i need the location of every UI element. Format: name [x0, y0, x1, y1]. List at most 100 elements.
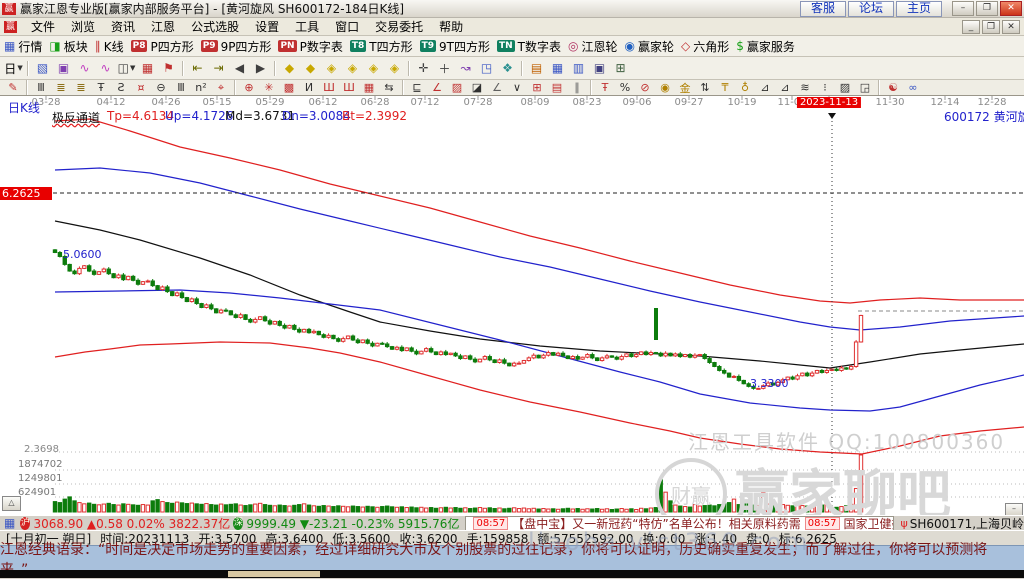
toolbar3-tool-3-icon[interactable]: ≣ — [51, 80, 71, 95]
menu-item-设置[interactable]: 设置 — [247, 17, 287, 36]
toolbar2-tool-30-icon[interactable]: ▥ — [568, 59, 589, 78]
news-ticker[interactable]: 08:57【盘中宝】又一新冠药“特仿”名单公布！相关原料药需08:57国家卫健委… — [465, 516, 894, 531]
menu-item-浏览[interactable]: 浏览 — [63, 17, 103, 36]
toolbar3-tool-19-icon[interactable]: ▦ — [359, 80, 379, 95]
toolbar2-tool-32-icon[interactable]: ⊞ — [610, 59, 631, 78]
toolbar2-tool-8-icon[interactable]: ⚑ — [158, 59, 179, 78]
toolbar3-tool-27-icon[interactable]: ∨ — [507, 80, 527, 95]
toolbar2-tool-24-icon[interactable]: ↝ — [455, 59, 476, 78]
toolbar2-tool-11-icon[interactable]: ⇥ — [208, 59, 229, 78]
toolbar2-tool-23-icon[interactable]: ＋ — [434, 59, 455, 78]
toolbar2-tool-12-icon[interactable]: ◀ — [229, 59, 250, 78]
toolbar3-tool-2-icon[interactable]: Ⅲ — [31, 80, 51, 95]
toolbar3-tool-11-icon[interactable]: ⌖ — [211, 80, 231, 95]
toolbar2-tool-0-icon[interactable]: 日▼ — [3, 59, 24, 78]
toolbar3-tool-13-icon[interactable]: ⊕ — [239, 80, 259, 95]
toolbar-button-K线[interactable]: ∥K线 — [95, 38, 124, 55]
toolbar2-tool-29-icon[interactable]: ▦ — [547, 59, 568, 78]
toolbar3-tool-17-icon[interactable]: Ш — [319, 80, 339, 95]
menu-item-江恩[interactable]: 江恩 — [143, 17, 183, 36]
toolbar2-tool-16-icon[interactable]: ◆ — [300, 59, 321, 78]
toolbar3-tool-32-icon[interactable]: Ŧ — [595, 80, 615, 95]
toolbar2-tool-19-icon[interactable]: ◈ — [363, 59, 384, 78]
toolbar3-tool-26-icon[interactable]: ∠ — [487, 80, 507, 95]
toolbar3-tool-30-icon[interactable]: ∥ — [567, 80, 587, 95]
menu-item-文件[interactable]: 文件 — [23, 17, 63, 36]
toolbar3-tool-4-icon[interactable]: ≣ — [71, 80, 91, 95]
toolbar-button-板块[interactable]: ◨板块 — [49, 38, 87, 55]
toolbar3-tool-35-icon[interactable]: ◉ — [655, 80, 675, 95]
toolbar-button-T数字表[interactable]: TNT数字表 — [497, 38, 561, 55]
toolbar3-tool-22-icon[interactable]: ⊑ — [407, 80, 427, 95]
menu-item-帮助[interactable]: 帮助 — [431, 17, 471, 36]
toolbar-button-江恩轮[interactable]: ◎江恩轮 — [568, 38, 618, 55]
toolbar-button-赢家轮[interactable]: ◉赢家轮 — [624, 38, 674, 55]
toolbar2-tool-15-icon[interactable]: ◆ — [279, 59, 300, 78]
toolbar2-tool-7-icon[interactable]: ▦ — [137, 59, 158, 78]
toolbar3-tool-10-icon[interactable]: n² — [191, 80, 211, 95]
kline-chart-pane[interactable]: 03-2804-1204-2605-1505-2906-1206-2807-12… — [0, 96, 1024, 515]
maximize-button[interactable]: ❐ — [976, 1, 998, 16]
menu-item-工具[interactable]: 工具 — [287, 17, 327, 36]
scrolling-stock[interactable]: SH600171,上海贝岭 — [910, 515, 1024, 532]
toolbar3-tool-25-icon[interactable]: ◪ — [467, 80, 487, 95]
toolbar3-tool-20-icon[interactable]: ⇆ — [379, 80, 399, 95]
menu-item-窗口[interactable]: 窗口 — [327, 17, 367, 36]
mdi-close-button[interactable]: ✕ — [1002, 20, 1020, 34]
toolbar-button-行情[interactable]: ▦行情 — [4, 38, 42, 55]
toolbar-button-六角形[interactable]: ◇六角形 — [681, 38, 729, 55]
toolbar3-tool-47-icon[interactable]: ☯ — [883, 80, 903, 95]
toolbar2-tool-10-icon[interactable]: ⇤ — [187, 59, 208, 78]
toolbar2-tool-31-icon[interactable]: ▣ — [589, 59, 610, 78]
toolbar2-tool-20-icon[interactable]: ◈ — [384, 59, 405, 78]
toolbar2-tool-13-icon[interactable]: ▶ — [250, 59, 271, 78]
toolbar2-tool-6-icon[interactable]: ◫▼ — [116, 59, 137, 78]
toolbar3-tool-9-icon[interactable]: Ⅲ — [171, 80, 191, 95]
toolbar3-tool-42-icon[interactable]: ≋ — [795, 80, 815, 95]
toolbar3-tool-15-icon[interactable]: ▩ — [279, 80, 299, 95]
toolbar3-tool-8-icon[interactable]: ⊖ — [151, 80, 171, 95]
toolbar3-tool-6-icon[interactable]: Ƨ — [111, 80, 131, 95]
toolbar-button-P四方形[interactable]: P8P四方形 — [131, 38, 194, 55]
toolbar3-tool-34-icon[interactable]: ⊘ — [635, 80, 655, 95]
toolbar2-tool-28-icon[interactable]: ▤ — [526, 59, 547, 78]
titlebar-button-客服[interactable]: 客服 — [800, 1, 846, 17]
toolbar3-tool-5-icon[interactable]: Ŧ — [91, 80, 111, 95]
minimize-button[interactable]: – — [952, 1, 974, 16]
toolbar3-tool-0-icon[interactable]: ✎ — [3, 80, 23, 95]
menu-item-资讯[interactable]: 资讯 — [103, 17, 143, 36]
toolbar2-tool-22-icon[interactable]: ✛ — [413, 59, 434, 78]
toolbar3-tool-36-icon[interactable]: 金 — [675, 80, 695, 95]
toolbar3-tool-14-icon[interactable]: ✳ — [259, 80, 279, 95]
toolbar3-tool-28-icon[interactable]: ⊞ — [527, 80, 547, 95]
toolbar3-tool-41-icon[interactable]: ⊿ — [775, 80, 795, 95]
toolbar3-tool-38-icon[interactable]: ₸ — [715, 80, 735, 95]
toolbar2-tool-25-icon[interactable]: ◳ — [476, 59, 497, 78]
toolbar3-tool-7-icon[interactable]: ¤ — [131, 80, 151, 95]
volume-pane-collapse-button[interactable]: – — [1005, 503, 1023, 515]
news-headline[interactable]: 【盘中宝】又一新冠药“特仿”名单公布！相关原料药需 — [512, 516, 800, 531]
toolbar2-tool-18-icon[interactable]: ◈ — [342, 59, 363, 78]
toolbar-button-赢家服务[interactable]: $赢家服务 — [736, 38, 795, 55]
mdi-minimize-button[interactable]: _ — [962, 20, 980, 34]
menu-item-公式选股[interactable]: 公式选股 — [183, 17, 247, 36]
toolbar2-tool-26-icon[interactable]: ❖ — [497, 59, 518, 78]
toolbar3-tool-43-icon[interactable]: ⁝ — [815, 80, 835, 95]
menu-item-交易委托[interactable]: 交易委托 — [367, 17, 431, 36]
titlebar-button-论坛[interactable]: 论坛 — [848, 1, 894, 17]
indicator-name[interactable]: 极反通道 — [52, 109, 100, 126]
toolbar-button-T四方形[interactable]: T8T四方形 — [350, 38, 413, 55]
volume-pane-expand-button[interactable]: △ — [2, 496, 21, 511]
toolbar2-tool-4-icon[interactable]: ∿ — [74, 59, 95, 78]
toolbar2-tool-17-icon[interactable]: ◈ — [321, 59, 342, 78]
mdi-restore-button[interactable]: ❐ — [982, 20, 1000, 34]
toolbar2-tool-2-icon[interactable]: ▧ — [32, 59, 53, 78]
news-headline[interactable]: 国家卫健委：昨日新增本土确诊病例23： — [844, 516, 895, 531]
toolbar3-tool-44-icon[interactable]: ▨ — [835, 80, 855, 95]
toolbar3-tool-23-icon[interactable]: ∠ — [427, 80, 447, 95]
kline-chart-canvas[interactable] — [0, 96, 1024, 515]
toolbar3-tool-48-icon[interactable]: ∞ — [903, 80, 923, 95]
toolbar-button-9T四方形[interactable]: T99T四方形 — [420, 38, 490, 55]
toolbar3-tool-18-icon[interactable]: Ш — [339, 80, 359, 95]
calculator-icon[interactable]: ▦ — [4, 516, 15, 530]
